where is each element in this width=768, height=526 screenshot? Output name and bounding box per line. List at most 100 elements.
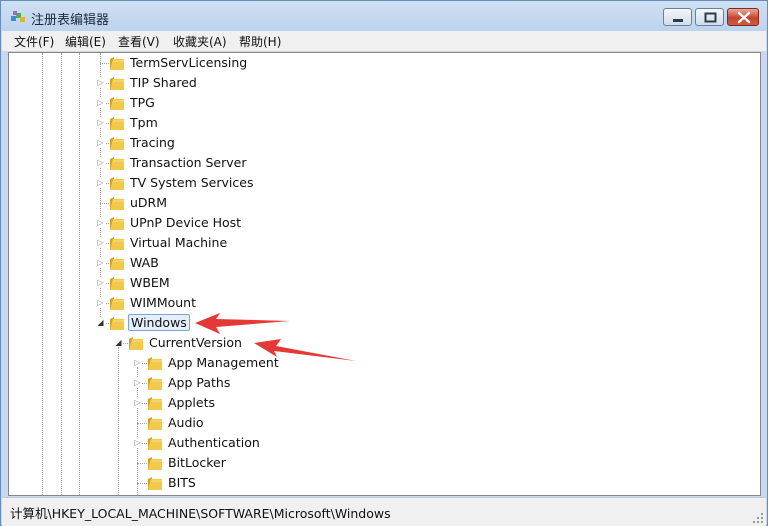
tree-item-label[interactable]: UPnP Device Host <box>128 215 243 230</box>
folder-icon <box>110 257 124 270</box>
registry-tree[interactable]: TermServLicensing ▷ TIP Shared ▷ TPG ▷ Tpm ▷ Tra… <box>8 52 761 496</box>
tree-item[interactable]: ▷ Applets <box>9 393 749 413</box>
tree-item[interactable]: Audio <box>9 413 749 433</box>
tree-connector <box>137 423 147 424</box>
tree-item[interactable]: ▷ WAB <box>9 253 749 273</box>
tree-item-label[interactable]: Tpm <box>128 115 160 130</box>
tree-item[interactable]: ▷ TPG <box>9 93 749 113</box>
tree-item-label[interactable]: WIMMount <box>128 295 198 310</box>
resize-grip-icon[interactable] <box>752 512 764 524</box>
close-button[interactable] <box>727 8 759 26</box>
menu-edit[interactable]: 编辑(E) <box>61 33 110 50</box>
close-icon <box>737 11 751 24</box>
tree-item-label[interactable]: Tracing <box>128 135 177 150</box>
tree-item-label[interactable]: WBEM <box>128 275 172 290</box>
tree-item[interactable]: uDRM <box>9 193 749 213</box>
menu-file[interactable]: 文件(F) <box>10 33 58 50</box>
tree-item[interactable]: ▷ Tpm <box>9 113 749 133</box>
collapsed-triangle-icon[interactable]: ▷ <box>133 398 142 407</box>
folder-icon <box>110 97 124 110</box>
tree-item[interactable]: ▷ WBEM <box>9 273 749 293</box>
folder-icon <box>110 217 124 230</box>
tree-item[interactable]: BITS <box>9 473 749 493</box>
tree-item[interactable]: ▷ App Paths <box>9 373 749 393</box>
menu-view[interactable]: 查看(V) <box>114 33 164 50</box>
tree-item[interactable]: ◢ CurrentVersion <box>9 333 749 353</box>
folder-icon <box>129 337 143 350</box>
collapsed-triangle-icon[interactable]: ▷ <box>96 118 105 127</box>
expanded-triangle-icon[interactable]: ◢ <box>114 338 123 347</box>
tree-item-label[interactable]: Windows <box>128 314 190 331</box>
tree-item[interactable]: ▷ App Management <box>9 353 749 373</box>
tree-item-label[interactable]: TPG <box>128 95 157 110</box>
tree-item-label[interactable]: Applets <box>166 395 217 410</box>
collapsed-triangle-icon[interactable]: ▷ <box>96 98 105 107</box>
tree-item-label[interactable]: BitLocker <box>166 455 228 470</box>
tree-item[interactable]: TermServLicensing <box>9 53 749 73</box>
tree-item-label[interactable]: App Management <box>166 355 281 370</box>
collapsed-triangle-icon[interactable]: ▷ <box>96 158 105 167</box>
tree-item-label[interactable]: Virtual Machine <box>128 235 229 250</box>
expanded-triangle-icon[interactable]: ◢ <box>96 318 105 327</box>
folder-icon <box>148 377 162 390</box>
folder-icon <box>110 197 124 210</box>
tree-item[interactable]: ▷ Transaction Server <box>9 153 749 173</box>
collapsed-triangle-icon[interactable]: ▷ <box>96 278 105 287</box>
folder-icon <box>110 157 124 170</box>
folder-icon <box>148 457 162 470</box>
folder-icon <box>148 397 162 410</box>
tree-item[interactable]: ◢ Windows <box>9 313 749 333</box>
collapsed-triangle-icon[interactable]: ▷ <box>96 298 105 307</box>
folder-icon <box>110 117 124 130</box>
maximize-button[interactable] <box>695 8 724 26</box>
menu-favorites[interactable]: 收藏夹(A) <box>169 33 231 50</box>
collapsed-triangle-icon[interactable]: ▷ <box>96 78 105 87</box>
registry-icon <box>11 11 25 22</box>
tree-item[interactable]: BitLocker <box>9 453 749 473</box>
collapsed-triangle-icon[interactable]: ▷ <box>133 378 142 387</box>
tree-item-label[interactable]: BITS <box>166 475 198 490</box>
tree-connector <box>100 203 109 204</box>
folder-icon <box>110 277 124 290</box>
tree-item[interactable]: ▷ TV System Services <box>9 173 749 193</box>
minimize-button[interactable] <box>663 8 692 26</box>
folder-icon <box>110 237 124 250</box>
tree-item-label[interactable]: Transaction Server <box>128 155 248 170</box>
folder-icon <box>148 357 162 370</box>
tree-item-label[interactable]: Audio <box>166 415 206 430</box>
collapsed-triangle-icon[interactable]: ▷ <box>96 258 105 267</box>
collapsed-triangle-icon[interactable]: ▷ <box>96 178 105 187</box>
menu-bar: 文件(F) 编辑(E) 查看(V) 收藏夹(A) 帮助(H) <box>2 31 766 52</box>
tree-item-label[interactable]: CurrentVersion <box>147 335 244 350</box>
tree-item-label[interactable]: Authentication <box>166 435 262 450</box>
collapsed-triangle-icon[interactable]: ▷ <box>96 238 105 247</box>
collapsed-triangle-icon[interactable]: ▷ <box>133 438 142 447</box>
tree-item[interactable]: ▷ TIP Shared <box>9 73 749 93</box>
tree-item[interactable]: ▷ WIMMount <box>9 293 749 313</box>
window-title: 注册表编辑器 <box>31 13 110 28</box>
status-bar: 计算机\HKEY_LOCAL_MACHINE\SOFTWARE\Microsof… <box>2 497 766 526</box>
minimize-icon <box>673 19 683 22</box>
tree-item[interactable]: ▷ UPnP Device Host <box>9 213 749 233</box>
folder-icon <box>148 477 162 490</box>
folder-icon <box>148 437 162 450</box>
tree-item-label[interactable]: App Paths <box>166 375 232 390</box>
tree-item[interactable]: ▷ Virtual Machine <box>9 233 749 253</box>
tree-item-label[interactable]: TermServLicensing <box>128 55 249 70</box>
tree-item-label[interactable]: TIP Shared <box>128 75 199 90</box>
tree-item-label[interactable]: uDRM <box>128 195 169 210</box>
tree-item-label[interactable]: TV System Services <box>128 175 255 190</box>
registry-editor-window: 注册表编辑器 文件(F) 编辑(E) 查看(V) 收藏夹(A) 帮助(H) Te… <box>0 0 768 526</box>
collapsed-triangle-icon[interactable]: ▷ <box>133 358 142 367</box>
collapsed-triangle-icon[interactable]: ▷ <box>96 138 105 147</box>
tree-item[interactable]: ▷ Authentication <box>9 433 749 453</box>
tree-item[interactable]: ▷ Tracing <box>9 133 749 153</box>
folder-icon <box>110 77 124 90</box>
menu-help[interactable]: 帮助(H) <box>235 33 285 50</box>
collapsed-triangle-icon[interactable]: ▷ <box>96 218 105 227</box>
folder-icon <box>110 177 124 190</box>
tree-item-label[interactable]: WAB <box>128 255 161 270</box>
maximize-icon <box>704 12 717 23</box>
title-bar[interactable]: 注册表编辑器 <box>1 1 767 31</box>
folder-icon <box>148 417 162 430</box>
